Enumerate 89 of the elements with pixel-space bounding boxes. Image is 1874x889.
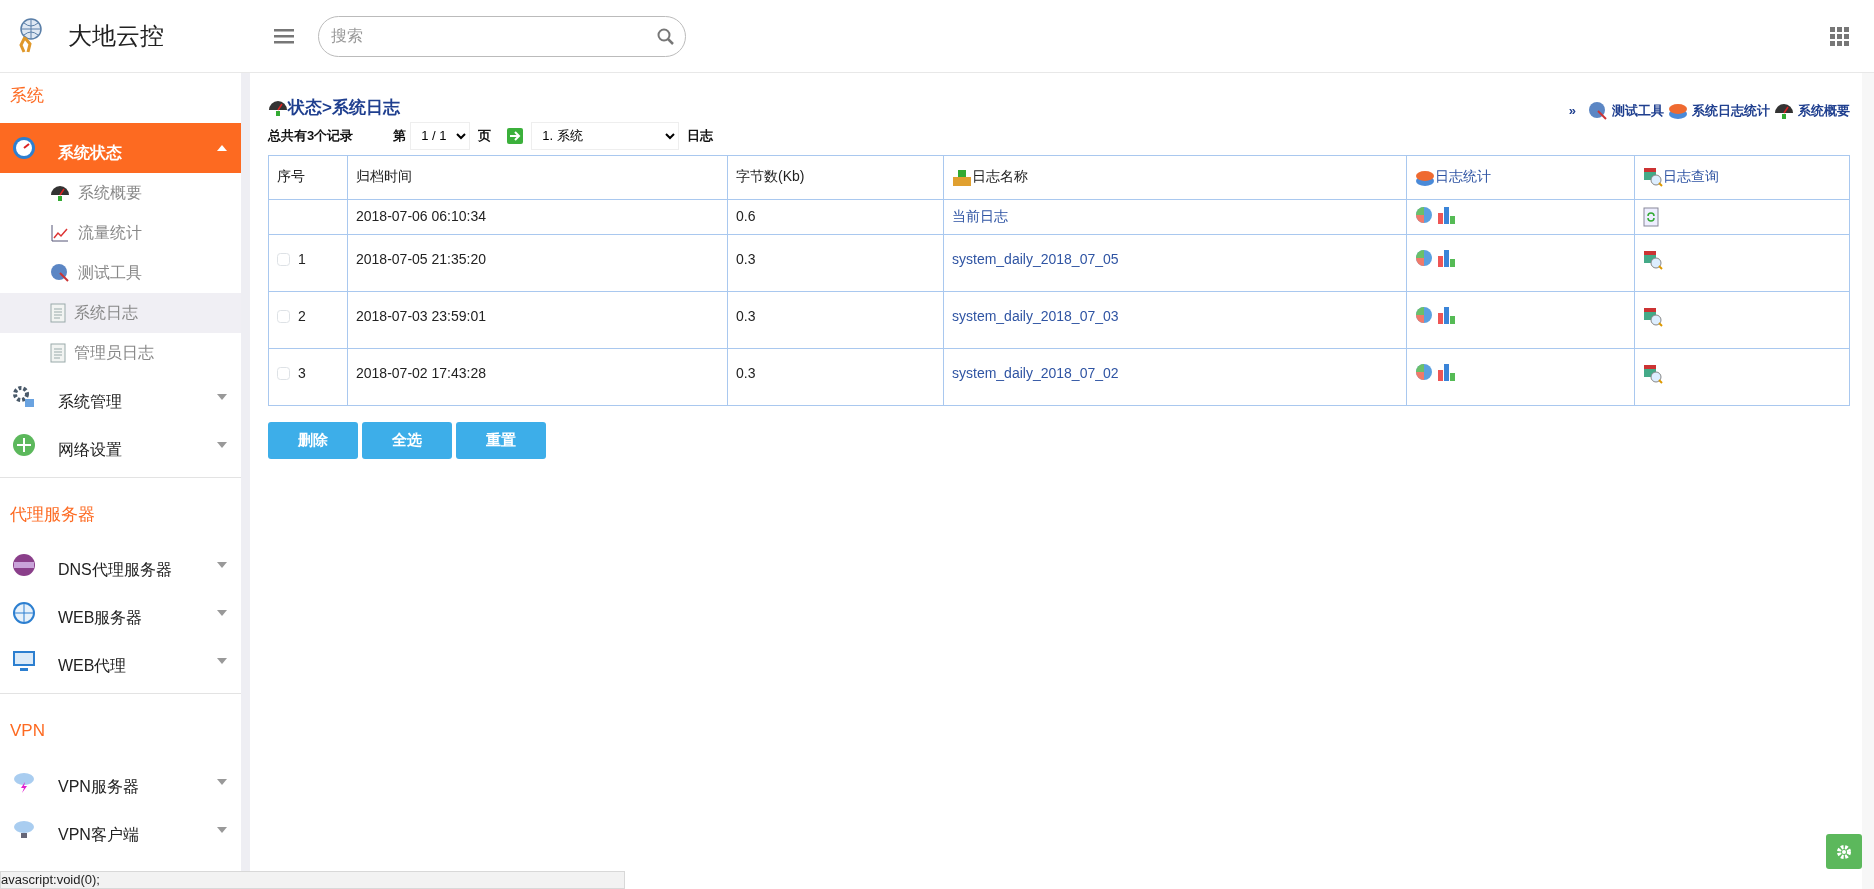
sidebar-item[interactable]: VPN客户端 [0, 805, 241, 854]
gears-icon [12, 384, 36, 409]
database-icon [1415, 168, 1435, 187]
sidebar-item[interactable]: WEB代理 [0, 637, 241, 685]
bar-chart-icon[interactable] [1437, 205, 1457, 224]
quick-link[interactable]: 测试工具 [1612, 100, 1664, 121]
table-cell: 0.3 [736, 250, 756, 267]
row-checkbox[interactable] [277, 309, 290, 323]
grid-magnifier-icon[interactable] [1643, 306, 1663, 327]
bar-chart-icon[interactable] [1437, 248, 1457, 267]
row-number: 2 [298, 306, 306, 326]
status-bar: avascript:void(0); [0, 871, 625, 889]
column-header: 归档时间 [356, 166, 412, 186]
brand-title: 大地云控 [68, 21, 164, 51]
caret-down-icon [217, 658, 227, 664]
search-icon[interactable] [657, 27, 674, 45]
disc-icon [12, 553, 36, 577]
log-name-link[interactable]: system_daily_2018_07_05 [952, 250, 1119, 267]
document-icon [50, 342, 66, 363]
search-field[interactable]: 搜索 [318, 15, 686, 57]
gauge-icon [12, 135, 36, 160]
refresh-document-icon[interactable] [1643, 206, 1659, 227]
record-count: 总共有3个记录 [268, 126, 354, 145]
table-cell: 0.3 [736, 307, 756, 324]
caret-down-icon [217, 610, 227, 616]
sidebar-item[interactable]: WEB服务器 [0, 589, 241, 637]
sidebar-subitem[interactable]: 测试工具 [0, 252, 241, 293]
table-cell: 2018-07-02 17:43:28 [356, 364, 486, 381]
section-title: 系统 [9, 85, 45, 107]
apps-grid-icon[interactable] [1830, 26, 1850, 47]
menu-icon[interactable] [274, 29, 294, 45]
bar-chart-icon[interactable] [1437, 362, 1457, 381]
sidebar-item[interactable]: DNS代理服务器 [0, 541, 241, 589]
log-type-select[interactable]: 1. 系统 [531, 121, 680, 150]
sidebar-item[interactable]: VPN服务器 [0, 757, 241, 806]
grid-magnifier-icon[interactable] [1643, 363, 1663, 384]
double-chevron-text: » [1568, 101, 1576, 120]
pie-chart-icon[interactable] [1415, 248, 1433, 267]
document-icon [50, 302, 66, 323]
page-label: 页 [478, 126, 492, 145]
caret-up-icon [217, 144, 227, 151]
log-name-link[interactable]: 当前日志 [952, 207, 1008, 224]
page-select[interactable]: 1 / 1 [410, 121, 471, 150]
settings-button[interactable] [1826, 834, 1862, 869]
table-cell: 2018-07-06 06:10:34 [356, 207, 486, 224]
log-name-link[interactable]: system_daily_2018_07_03 [952, 307, 1119, 324]
caret-down-icon [217, 393, 227, 400]
column-header[interactable]: 日志统计 [1435, 165, 1491, 187]
quick-link[interactable]: 系统概要 [1798, 100, 1850, 121]
sidebar-item[interactable]: 系统管理 [0, 372, 241, 421]
column-header[interactable]: 日志查询 [1663, 165, 1719, 187]
arrow-right-icon[interactable] [507, 127, 524, 144]
section-title: VPN [9, 720, 46, 742]
pie-chart-icon[interactable] [1415, 205, 1433, 224]
grid-magnifier-icon[interactable] [1643, 249, 1663, 270]
sidebar-subitem[interactable]: 流量统计 [0, 212, 241, 253]
caret-down-icon [217, 778, 227, 785]
sidebar-subitem[interactable]: 系统概要 [0, 172, 241, 213]
log-name-link[interactable]: system_daily_2018_07_02 [952, 364, 1119, 381]
database-icon [1668, 101, 1688, 120]
grid-magnifier-icon [1643, 166, 1663, 187]
sidebar-subitem[interactable]: 管理员日志 [0, 332, 241, 373]
row-checkbox[interactable] [277, 366, 290, 380]
log-label: 日志 [687, 126, 714, 145]
table-cell: 2018-07-05 21:35:20 [356, 250, 486, 267]
section-title: 代理服务器 [9, 503, 96, 526]
row-number: 3 [298, 363, 306, 383]
table-cell: 2018-07-03 23:59:01 [356, 307, 486, 324]
row-checkbox[interactable] [277, 252, 290, 266]
caret-down-icon [217, 826, 227, 833]
line-chart-icon [50, 222, 70, 243]
stacked-boxes-icon [952, 168, 972, 187]
column-header: 日志名称 [972, 166, 1028, 186]
pie-chart-icon[interactable] [1415, 305, 1433, 324]
table-cell: 0.3 [736, 364, 756, 381]
breadcrumb: 状态>系统日志 [288, 97, 400, 119]
gear-icon [1836, 843, 1852, 860]
caret-down-icon [217, 441, 227, 448]
page-label: 第 [393, 126, 407, 145]
sidebar-item[interactable]: 网络设置 [0, 420, 241, 469]
column-header: 序号 [277, 166, 305, 186]
table-cell: 0.6 [736, 207, 756, 224]
bar-chart-icon[interactable] [1437, 305, 1457, 324]
monitor-icon [12, 649, 36, 673]
caret-down-icon [217, 562, 227, 568]
quick-link[interactable]: 系统日志统计 [1692, 100, 1770, 121]
row-number: 1 [298, 249, 306, 269]
column-header: 字节数(Kb) [736, 166, 805, 186]
pie-chart-icon[interactable] [1415, 362, 1433, 381]
